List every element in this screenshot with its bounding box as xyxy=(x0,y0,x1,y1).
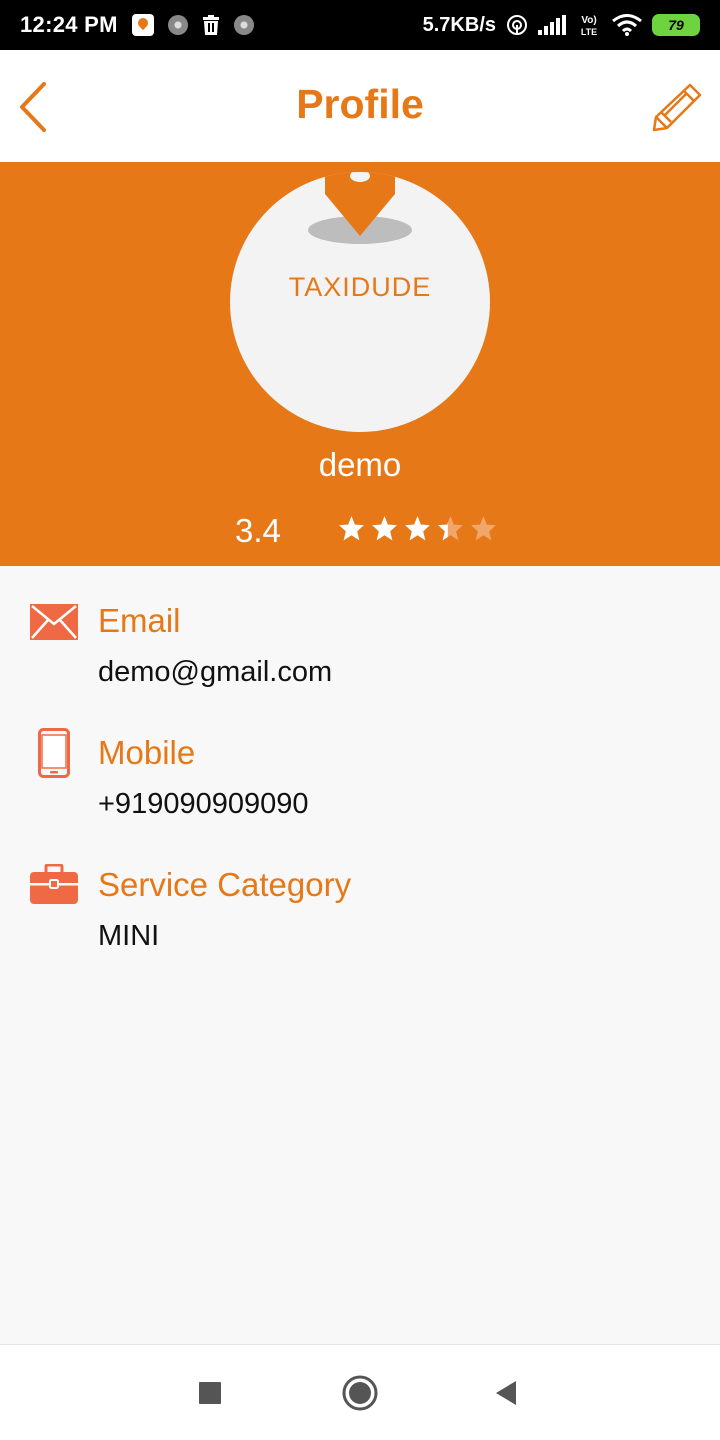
user-name: demo xyxy=(318,446,402,483)
envelope-icon xyxy=(30,604,78,640)
recents-square-icon[interactable] xyxy=(190,1373,230,1413)
system-nav-bar xyxy=(0,1344,720,1440)
profile-header: TAXIDUDE demo 3.4 xyxy=(0,162,720,566)
status-bar: 12:24 PM 5.7KB/s Vo) LTE 79 xyxy=(0,0,720,50)
service-category-row: Service Category MINI xyxy=(0,864,720,976)
back-triangle-icon[interactable] xyxy=(486,1373,526,1413)
home-circle-icon[interactable] xyxy=(340,1373,380,1413)
star-icon xyxy=(438,516,463,541)
star-icon xyxy=(405,516,430,541)
wifi-icon xyxy=(612,14,642,36)
network-speed: 5.7KB/s xyxy=(422,13,496,36)
email-row: Email demo@gmail.com xyxy=(0,602,720,712)
rating-stars xyxy=(338,515,497,542)
email-label: Email xyxy=(98,602,181,639)
mobile-row: Mobile +919090909090 xyxy=(0,728,720,844)
svg-text:Vo): Vo) xyxy=(581,15,596,26)
email-value: demo@gmail.com xyxy=(98,656,333,688)
service-category-value: MINI xyxy=(98,920,160,952)
logo-text: TAXIDUDE xyxy=(288,272,432,302)
service-category-label: Service Category xyxy=(98,866,352,903)
rating-value: 3.4 xyxy=(235,512,281,549)
mobile-label: Mobile xyxy=(98,734,196,771)
volte-icon: Vo) LTE xyxy=(581,15,597,37)
app-bar: Profile xyxy=(0,50,720,162)
pencil-icon[interactable] xyxy=(650,82,704,132)
star-icon xyxy=(339,516,364,541)
app-notification-icon xyxy=(131,14,154,36)
briefcase-icon xyxy=(30,864,78,904)
smartphone-icon xyxy=(38,728,70,778)
svg-text:LTE: LTE xyxy=(581,27,597,37)
star-icon xyxy=(471,516,496,541)
signal-icon xyxy=(538,15,566,35)
page-title: Profile xyxy=(296,81,424,127)
status-time: 12:24 PM xyxy=(20,12,118,37)
rating-row: 3.4 xyxy=(0,512,720,552)
avatar[interactable]: TAXIDUDE xyxy=(230,172,490,432)
circle-notification-icon xyxy=(167,15,188,35)
mobile-value: +919090909090 xyxy=(98,788,309,820)
battery-icon: 79 xyxy=(652,14,700,36)
hotspot-icon xyxy=(507,15,527,35)
star-icon xyxy=(372,516,397,541)
circle-notification-icon xyxy=(233,15,254,35)
trash-icon xyxy=(202,15,219,35)
